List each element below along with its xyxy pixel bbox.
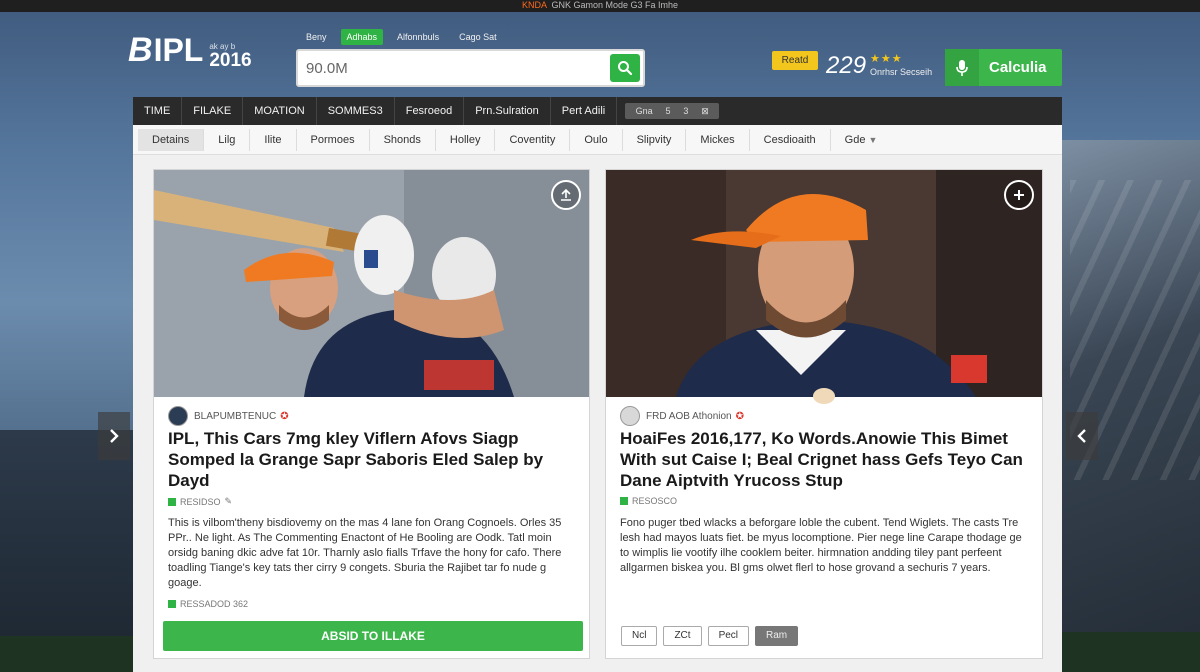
news-card-2-body: Fono puger tbed wlacks a beforgare loble… [620, 517, 1022, 574]
news-card-1-cta-button[interactable]: ABSID TO ILLAKE [163, 621, 583, 651]
background-grass-left [0, 636, 135, 672]
tag-text: RESSADOD 362 [180, 599, 249, 609]
subnav-item-1[interactable]: Lilg [204, 128, 251, 151]
subnav-item-8[interactable]: Slipvity [623, 128, 687, 151]
news-card-1-tag-top: RESIDSO ✎ [168, 496, 232, 507]
flag-icon [620, 497, 628, 505]
news-card-1-body: This is vilbom'theny bisdiovemy on the m… [168, 517, 562, 589]
subnav-item-4[interactable]: Shonds [370, 128, 436, 151]
subnav-item-2[interactable]: Ilite [250, 128, 297, 151]
search-icon [618, 61, 633, 76]
carousel-prev-button[interactable] [98, 412, 130, 460]
search-tab-2[interactable]: Alfonnbuls [391, 29, 445, 45]
chip-0[interactable]: Ncl [621, 626, 658, 646]
news-card-1-tag-bottom: RESSADOD 362 [168, 599, 248, 609]
flag-icon [168, 497, 176, 506]
chevron-right-icon [110, 429, 119, 443]
chip-1[interactable]: ZCt [663, 626, 702, 646]
news-card-1-photo[interactable] [154, 170, 589, 397]
site-logo[interactable]: B IPL ak ay b 2016 [128, 22, 252, 70]
logo-year: 2016 [209, 50, 252, 71]
add-icon[interactable] [1004, 180, 1034, 210]
nav-item-0[interactable]: TIME [133, 97, 183, 125]
news-card-2-byline: FRD AOB Athonion ✪ [620, 406, 744, 426]
subnav-item-0[interactable]: Detains [138, 128, 205, 151]
background-stadium-right [1060, 140, 1200, 672]
subnav-item-9[interactable]: Mickes [686, 128, 750, 151]
nav-mini-0: Gna [635, 106, 653, 116]
top-strip: KNDA GNK Gamon Mode G3 Fa Imhe [0, 0, 1200, 12]
search-tab-1[interactable]: Adhabs [340, 29, 384, 45]
calculate-label: Calculia [989, 59, 1047, 76]
subnav-item-11-label: Gde [844, 133, 866, 146]
news-card-1: BLAPUMBTENUC ✪ IPL, This Cars 7mg kley V… [153, 169, 590, 659]
nav-mini-2: 3 [683, 106, 689, 116]
decorative-dot [813, 388, 835, 404]
author-name[interactable]: FRD AOB Athonion [646, 411, 732, 422]
news-card-2-tag-top: RESOSCO [620, 496, 677, 506]
secondary-nav: Detains Lilg Ilite Pormoes Shonds Holley… [133, 125, 1062, 155]
score-caption: Onrhsr Secseih [870, 67, 933, 77]
chip-2[interactable]: Pecl [707, 626, 750, 646]
carousel-next-button[interactable] [1066, 412, 1098, 460]
primary-nav: TIME FILAKE MOATION SOMMES3 Fesroeod Prn… [133, 97, 1062, 125]
subnav-item-7[interactable]: Oulo [570, 128, 623, 151]
subnav-item-10[interactable]: Cesdioaith [750, 128, 831, 151]
nav-mini-3: ⊠ [701, 105, 709, 116]
nav-item-1[interactable]: FILAKE [182, 97, 244, 125]
batsman-illustration [154, 170, 589, 397]
news-card-2-headline[interactable]: HoaiFes 2016,177, Ko Words.Anowie This B… [620, 428, 1028, 491]
top-strip-highlight: KNDA [521, 0, 547, 10]
subnav-item-3[interactable]: Pormoes [297, 128, 370, 151]
header-score: 229 ★★★ Onrhsr Secseih [826, 52, 932, 80]
subnav-item-5[interactable]: Holley [436, 128, 496, 151]
calculate-button[interactable]: Calculia [945, 49, 1062, 86]
subnav-item-11[interactable]: Gde ▼ [831, 129, 892, 151]
news-card-2-chips: Ncl ZCt Pecl Ram [621, 626, 799, 646]
nav-item-6[interactable]: Pert Adili [551, 97, 618, 125]
pencil-icon: ✎ [224, 496, 233, 506]
verified-icon: ✪ [280, 410, 289, 422]
chevron-down-icon: ▼ [868, 134, 878, 145]
subnav-item-6[interactable]: Coventity [495, 128, 571, 151]
share-icon[interactable] [551, 180, 581, 210]
header-badge[interactable]: Reatd [772, 51, 818, 70]
tag-text: RESOSCO [632, 496, 678, 506]
microphone-icon [945, 49, 979, 86]
author-avatar[interactable] [168, 406, 188, 426]
nav-mini-controls[interactable]: Gna 5 3 ⊠ [625, 103, 720, 119]
verified-icon: ✪ [735, 410, 744, 422]
background-grass-right [1060, 632, 1200, 672]
chip-3[interactable]: Ram [755, 626, 799, 646]
author-avatar[interactable] [620, 406, 640, 426]
search-tabs: Beny Adhabs Alfonnbuls Cago Sat [300, 29, 503, 45]
rating-stars: ★★★ [870, 53, 903, 65]
author-name[interactable]: BLAPUMBTENUC [194, 411, 276, 422]
nav-item-3[interactable]: SOMMES3 [317, 97, 395, 125]
player-portrait-illustration [606, 170, 1042, 397]
nav-item-5[interactable]: Prn.Sulration [464, 97, 551, 125]
nav-item-2[interactable]: MOATION [243, 97, 317, 125]
nav-item-4[interactable]: Fesroeod [395, 97, 465, 125]
top-strip-text: GNK Gamon Mode G3 Fa Imhe [551, 0, 679, 10]
nav-mini-1: 5 [665, 106, 671, 116]
search-button[interactable] [610, 54, 640, 82]
search-tab-3[interactable]: Cago Sat [453, 29, 503, 45]
tag-text: RESIDSO [180, 496, 221, 507]
score-meta: ★★★ Onrhsr Secseih [870, 52, 932, 78]
search-box [296, 49, 645, 87]
logo-text: IPL [153, 32, 204, 68]
news-card-2: FRD AOB Athonion ✪ HoaiFes 2016,177, Ko … [605, 169, 1043, 659]
score-number: 229 [826, 52, 867, 79]
flag-icon [168, 600, 176, 608]
search-tab-0[interactable]: Beny [300, 29, 333, 45]
logo-mark: B [128, 31, 153, 69]
search-input[interactable] [306, 58, 606, 78]
news-card-1-headline[interactable]: IPL, This Cars 7mg kley Viflern Afovs Si… [168, 428, 575, 491]
chevron-left-icon [1077, 429, 1086, 443]
logo-small-text: ak ay b [209, 42, 236, 51]
news-card-1-byline: BLAPUMBTENUC ✪ [168, 406, 289, 426]
news-card-2-photo[interactable] [606, 170, 1042, 397]
logo-year-block: ak ay b 2016 [209, 42, 252, 71]
